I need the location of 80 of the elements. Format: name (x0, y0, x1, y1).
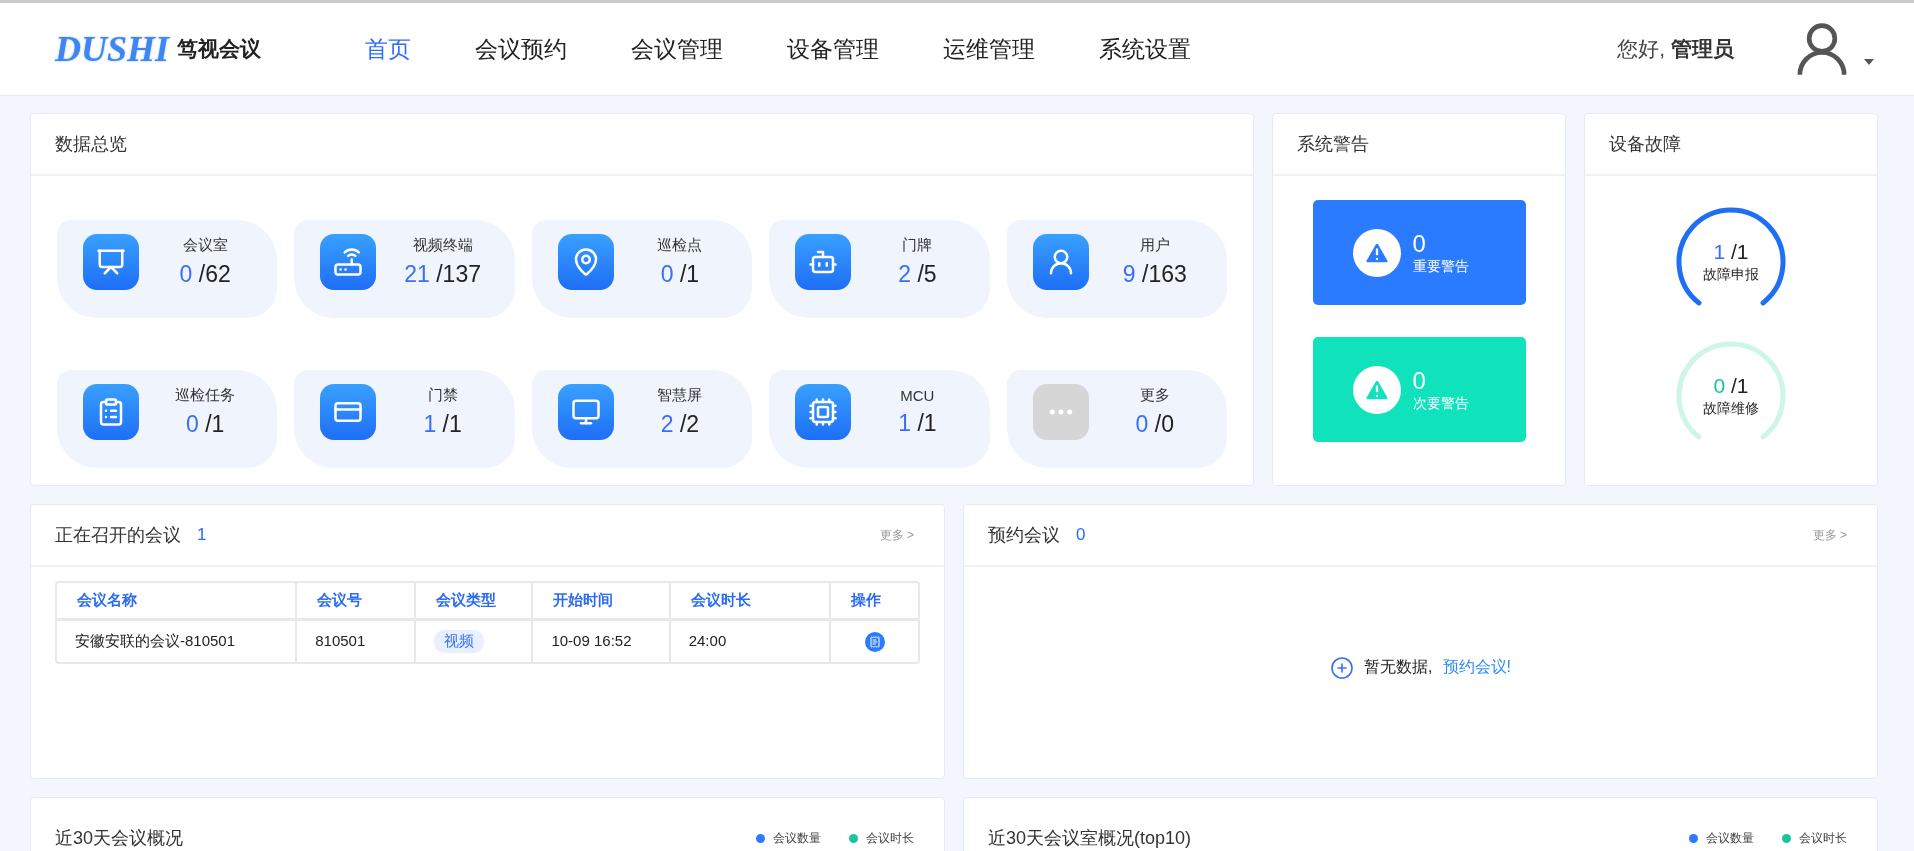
stat-label: 门禁 (427, 386, 458, 405)
column-header: 开始时间 (533, 583, 671, 618)
type-tag: 视频 (434, 630, 485, 653)
alert-count: 0 (1412, 366, 1427, 395)
nav-item[interactable]: 会议预约 (475, 33, 567, 65)
legend-label: 会议数量 (1706, 829, 1754, 847)
stat-value: 9 /163 (1122, 261, 1187, 288)
card-title: 设备故障 (1609, 133, 1681, 156)
nav-item[interactable]: 运维管理 (943, 33, 1035, 65)
stat-value: 0 /1 (186, 411, 225, 438)
legend-label: 会议数量 (773, 829, 821, 847)
stat-label: 门牌 (902, 236, 933, 255)
add-icon[interactable] (1330, 655, 1355, 680)
card-title: 系统警告 (1297, 133, 1369, 156)
stat-value: 1 /1 (898, 410, 937, 437)
card-title: 近30天会议室概况(top10) (988, 827, 1192, 850)
gauge-value: 0 /1 (1713, 374, 1749, 398)
more-link[interactable]: 更多 > (1812, 526, 1847, 544)
stat-value: 0 /0 (1135, 411, 1174, 438)
more-link[interactable]: 更多 > (879, 526, 914, 544)
nav-item[interactable]: 设备管理 (787, 33, 879, 65)
empty-text: 暂无数据, (1364, 657, 1433, 677)
logo-text: 笃视会议 (177, 36, 262, 62)
table-cell: 10-09 16:52 (533, 621, 671, 662)
user-icon (1032, 234, 1089, 290)
details-icon[interactable] (864, 631, 885, 652)
gauge-label: 故障申报 (1703, 266, 1759, 284)
column-header: 会议时长 (670, 583, 832, 618)
stat-label: MCU (900, 387, 935, 404)
stat-value: 0 /1 (660, 261, 700, 288)
card-icon (320, 384, 377, 440)
meeting-count: 1 (197, 525, 207, 545)
greeting-text: 您好, (1617, 36, 1665, 62)
stat-label: 会议室 (182, 236, 228, 255)
stat-value: 0 /62 (179, 261, 231, 288)
alert-label: 次要警告 (1412, 394, 1469, 413)
logo-mark: DUSHI (55, 28, 170, 70)
stat-label: 用户 (1139, 236, 1170, 255)
column-header: 操作 (850, 590, 883, 610)
stat-value: 2 /5 (898, 261, 937, 288)
alert-tile[interactable]: 0 重要警告 (1312, 200, 1526, 305)
stat-label: 巡检任务 (175, 386, 236, 405)
book-link[interactable]: 预约会议! (1442, 657, 1511, 678)
alert-label: 重要警告 (1412, 257, 1469, 276)
stat-value: 1 /1 (423, 411, 462, 438)
legend-label: 会议时长 (1799, 829, 1847, 847)
gauge-value: 1 /1 (1713, 240, 1749, 264)
stat-value: 21 /137 (404, 261, 481, 288)
clipboard-icon (83, 384, 139, 440)
nav-item[interactable]: 首页 (365, 33, 411, 65)
column-header: 会议号 (297, 583, 417, 618)
column-header: 会议名称 (57, 583, 298, 618)
stat-label: 视频终端 (412, 236, 473, 255)
nav-item[interactable]: 会议管理 (631, 33, 723, 65)
card-title: 数据总览 (55, 133, 127, 156)
legend-label: 会议时长 (866, 829, 914, 847)
meeting-count: 0 (1076, 525, 1086, 545)
table-cell: 24:00 (670, 621, 832, 662)
card-title: 正在召开的会议 (55, 524, 181, 547)
gauge-label: 故障维修 (1703, 400, 1759, 418)
stat-label: 巡检点 (657, 236, 703, 255)
card-title: 近30天会议概况 (55, 827, 184, 850)
stat-label: 更多 (1139, 386, 1170, 405)
user-name: 管理员 (1671, 36, 1734, 62)
presentation-icon (83, 234, 139, 290)
nav-item[interactable]: 系统设置 (1099, 33, 1191, 65)
map-pin-icon (557, 234, 614, 290)
table-cell: 安徽安联的会议-810501 (57, 621, 298, 662)
monitor-icon (557, 384, 614, 440)
caret-icon[interactable] (1864, 59, 1874, 65)
stat-value: 2 /2 (660, 411, 700, 438)
table-cell: 810501 (297, 621, 417, 662)
alert-count: 0 (1412, 229, 1427, 258)
chip-icon (795, 384, 852, 440)
router-icon (320, 234, 377, 290)
column-header: 会议类型 (416, 583, 534, 618)
more-icon (1032, 384, 1089, 440)
robot-face-icon (795, 234, 852, 290)
card-title: 预约会议 (988, 524, 1060, 547)
stat-label: 智慧屏 (657, 386, 703, 405)
